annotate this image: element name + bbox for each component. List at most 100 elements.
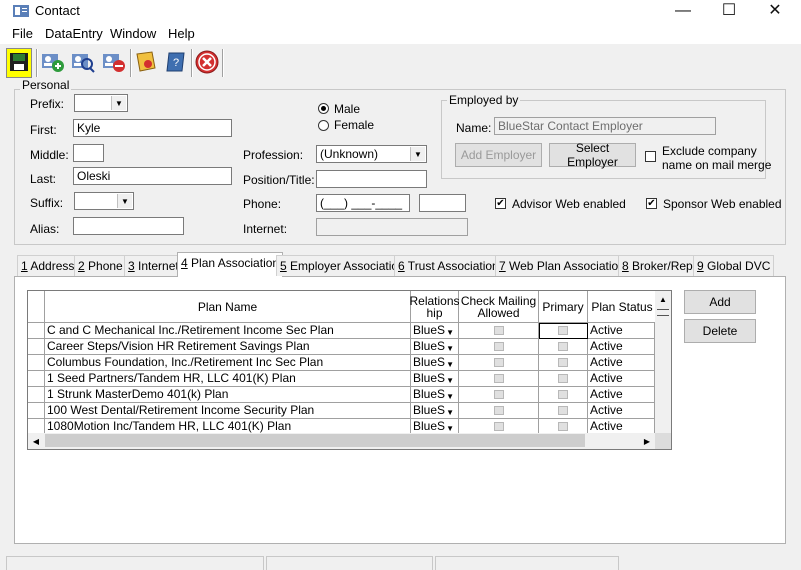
primary-cell[interactable]	[539, 323, 588, 339]
check-mailing-cell[interactable]	[459, 323, 539, 339]
check-mailing-header[interactable]: Check Mailing Allowed	[459, 291, 539, 323]
plan-name-cell[interactable]: 1 Seed Partners/Tandem HR, LLC 401(K) Pl…	[45, 371, 411, 387]
plan-name-cell[interactable]: 100 West Dental/Retirement Income Securi…	[45, 403, 411, 419]
add-contact-button[interactable]	[40, 48, 66, 78]
check-mailing-cell[interactable]	[459, 387, 539, 403]
check-mailing-cell[interactable]	[459, 371, 539, 387]
plan-name-cell[interactable]: Columbus Foundation, Inc./Retirement Inc…	[45, 355, 411, 371]
phone-extension-input[interactable]	[419, 194, 466, 212]
phone-input[interactable]: (___) ___-____	[316, 194, 410, 212]
scroll-right-icon[interactable]: ▶	[639, 433, 655, 449]
find-contact-button[interactable]	[70, 48, 96, 78]
tab-trust-association[interactable]: 6 Trust Association	[394, 255, 503, 276]
plan-status-cell[interactable]: Active	[588, 387, 655, 403]
alias-input[interactable]	[73, 217, 184, 235]
tab-global-dvc[interactable]: 9 Global DVC	[693, 255, 775, 276]
first-name-input[interactable]: Kyle	[73, 119, 232, 137]
check-mailing-checkbox[interactable]	[493, 326, 504, 335]
primary-header[interactable]: Primary	[539, 291, 588, 323]
primary-cell[interactable]	[539, 371, 588, 387]
relationship-cell[interactable]: BlueS ▼	[411, 355, 459, 371]
chevron-down-icon[interactable]: ▼	[446, 373, 454, 386]
exclude-company-checkbox[interactable]	[645, 151, 656, 162]
chevron-down-icon[interactable]: ▼	[446, 389, 454, 402]
add-plan-button[interactable]: Add	[684, 290, 756, 314]
last-name-input[interactable]: Oleski	[73, 167, 232, 185]
relationship-header[interactable]: Relations hip	[409, 291, 460, 323]
position-title-input[interactable]	[316, 170, 427, 188]
chevron-down-icon[interactable]: ▼	[446, 357, 454, 370]
tab-broker-rep[interactable]: 8 Broker/Rep	[618, 255, 697, 276]
tab-plan-association[interactable]: 4 Plan Association	[177, 252, 284, 277]
female-radio[interactable]	[318, 120, 329, 131]
plan-name-header[interactable]: Plan Name	[45, 291, 411, 323]
relationship-cell[interactable]: BlueS ▼	[411, 323, 459, 339]
horizontal-scrollbar[interactable]: ◀ ▶	[28, 433, 655, 449]
check-mailing-checkbox[interactable]	[493, 374, 504, 383]
select-employer-button[interactable]: Select Employer	[549, 141, 636, 169]
check-mailing-cell[interactable]	[459, 339, 539, 355]
sponsor-web-checkbox[interactable]: ✔	[646, 198, 657, 209]
profession-select[interactable]: (Unknown) ▼	[316, 145, 427, 163]
plan-status-header[interactable]: Plan Status	[588, 291, 656, 323]
check-mailing-cell[interactable]	[459, 355, 539, 371]
advisor-web-checkbox[interactable]: ✔	[495, 198, 506, 209]
maximize-button[interactable]: ☐	[706, 0, 752, 22]
scroll-thumb[interactable]	[657, 309, 669, 316]
plan-name-cell[interactable]: 1 Strunk MasterDemo 401(k) Plan	[45, 387, 411, 403]
primary-cell[interactable]	[539, 403, 588, 419]
plan-association-grid[interactable]: Plan Name Relations hip Check Mailing Al…	[27, 290, 672, 450]
close-form-button[interactable]	[194, 48, 220, 78]
menu-dataentry[interactable]: DataEntry	[45, 26, 103, 41]
plan-status-cell[interactable]: Active	[588, 371, 655, 387]
chevron-down-icon[interactable]: ▼	[446, 325, 454, 338]
plan-name-cell[interactable]: Career Steps/Vision HR Retirement Saving…	[45, 339, 411, 355]
internet-input[interactable]	[316, 218, 468, 236]
check-mailing-checkbox[interactable]	[493, 422, 504, 431]
tab-address[interactable]: 1 Address	[17, 255, 79, 276]
prefix-select[interactable]: ▼	[74, 94, 128, 112]
male-radio[interactable]	[318, 103, 329, 114]
add-employer-button[interactable]: Add Employer	[455, 143, 542, 167]
remove-contact-button[interactable]	[101, 48, 127, 78]
check-mailing-checkbox[interactable]	[493, 390, 504, 399]
primary-checkbox[interactable]	[558, 422, 568, 431]
scroll-left-icon[interactable]: ◀	[28, 433, 44, 449]
menu-window[interactable]: Window	[110, 26, 156, 41]
tab-web-plan-association[interactable]: 7 Web Plan Association	[495, 255, 629, 276]
check-mailing-checkbox[interactable]	[493, 358, 504, 367]
primary-cell[interactable]	[539, 387, 588, 403]
primary-cell[interactable]	[539, 339, 588, 355]
primary-cell[interactable]	[539, 355, 588, 371]
plan-status-cell[interactable]: Active	[588, 355, 655, 371]
menu-help[interactable]: Help	[168, 26, 195, 41]
primary-checkbox[interactable]	[558, 374, 568, 383]
primary-checkbox[interactable]	[558, 390, 568, 399]
primary-checkbox[interactable]	[558, 326, 568, 335]
horizontal-scroll-thumb[interactable]	[45, 434, 585, 447]
check-mailing-checkbox[interactable]	[493, 342, 504, 351]
minimize-button[interactable]: —	[660, 0, 706, 22]
middle-name-input[interactable]	[73, 144, 104, 162]
tab-employer-association[interactable]: 5 Employer Association	[276, 255, 409, 276]
plan-name-cell[interactable]: C and C Mechanical Inc./Retirement Incom…	[45, 323, 411, 339]
suffix-select[interactable]: ▼	[74, 192, 134, 210]
primary-checkbox[interactable]	[558, 406, 568, 415]
plan-status-cell[interactable]: Active	[588, 323, 655, 339]
scroll-up-icon[interactable]: ▲	[655, 291, 671, 307]
primary-checkbox[interactable]	[558, 358, 568, 367]
vertical-scrollbar[interactable]: ▲	[655, 291, 671, 433]
tab-phone[interactable]: 2 Phone	[74, 255, 127, 276]
relationship-cell[interactable]: BlueS ▼	[411, 403, 459, 419]
primary-checkbox[interactable]	[558, 342, 568, 351]
relationship-cell[interactable]: BlueS ▼	[411, 371, 459, 387]
close-window-button[interactable]: ✕	[752, 0, 798, 22]
save-button[interactable]	[6, 48, 32, 78]
check-mailing-cell[interactable]	[459, 403, 539, 419]
employer-name-input[interactable]: BlueStar Contact Employer	[494, 117, 716, 135]
chevron-down-icon[interactable]: ▼	[446, 341, 454, 354]
tab-internet[interactable]: 3 Internet	[124, 255, 183, 276]
chevron-down-icon[interactable]: ▼	[446, 405, 454, 418]
relationship-cell[interactable]: BlueS ▼	[411, 387, 459, 403]
help-button[interactable]: ?	[163, 48, 189, 78]
